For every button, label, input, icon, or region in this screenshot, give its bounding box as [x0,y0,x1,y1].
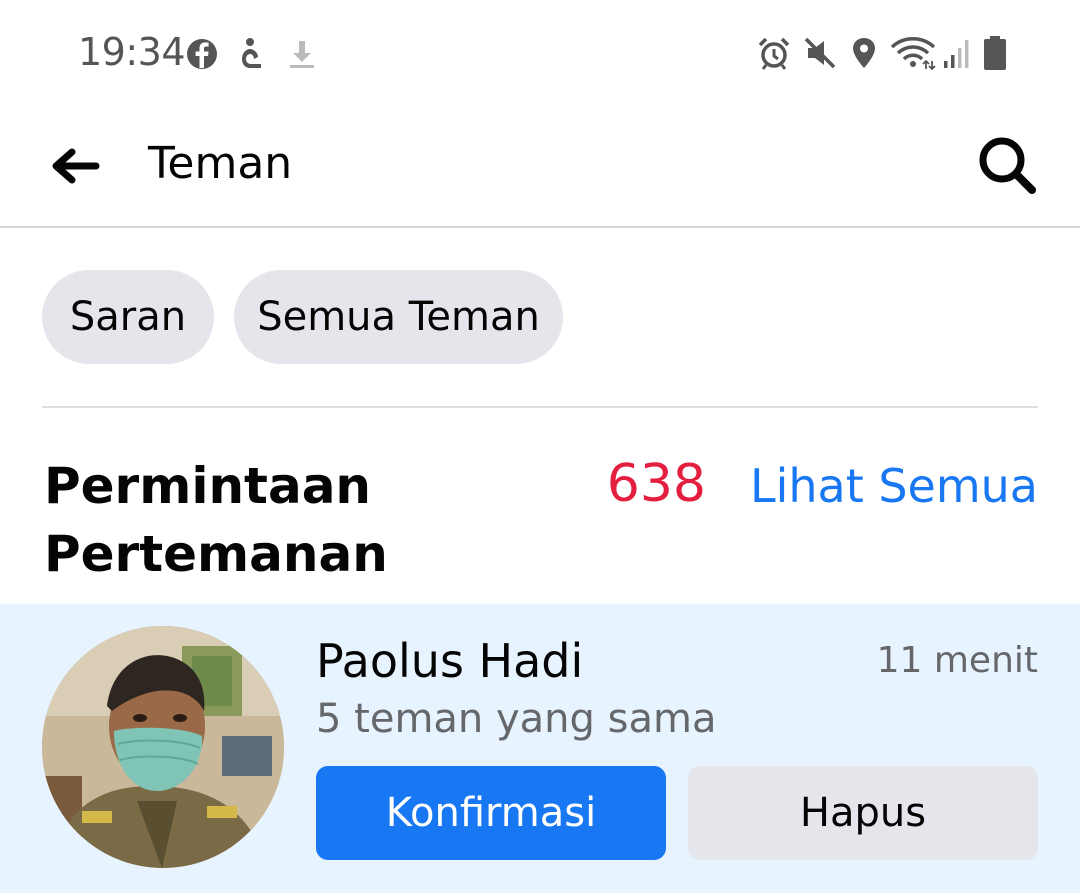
battery-icon [980,34,1010,72]
mutual-friends: 5 teman yang sama [316,696,717,742]
status-time: 19:34 [78,30,186,74]
wifi-icon [890,34,936,72]
location-icon [846,34,882,72]
chip-saran[interactable]: Saran [42,270,214,364]
avatar[interactable] [42,626,284,868]
alarm-icon [756,34,792,72]
app-bar: Teman [0,108,1080,228]
friend-request-card[interactable]: Paolus Hadi 11 menit 5 teman yang sama K… [0,604,1080,893]
divider [42,406,1038,408]
facebook-icon [184,34,220,72]
status-bar: 19:34 [0,0,1080,108]
section-title: Permintaan Pertemanan [44,457,388,583]
confirm-button[interactable]: Konfirmasi [316,766,666,860]
search-button[interactable] [972,130,1042,200]
search-icon [979,137,1036,194]
back-button[interactable] [44,136,104,196]
profile-photo [42,626,284,868]
request-count: 638 [606,454,706,514]
request-time: 11 menit [876,640,1038,681]
accessibility-icon [234,34,270,72]
delete-button[interactable]: Hapus [688,766,1038,860]
chip-semua-teman[interactable]: Semua Teman [234,270,563,364]
requester-name[interactable]: Paolus Hadi [316,634,583,688]
arrow-left-icon [52,148,100,184]
see-all-link[interactable]: Lihat Semua [740,456,1038,516]
signal-icon [940,34,976,72]
mute-icon [802,34,838,72]
page-title: Teman [148,138,293,189]
download-icon [284,34,320,72]
